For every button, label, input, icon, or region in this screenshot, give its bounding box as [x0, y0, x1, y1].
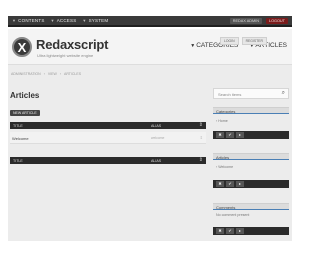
categories-accent-bar [213, 113, 289, 114]
register-button[interactable]: REGISTER [241, 37, 267, 45]
new-article-button[interactable]: NEW ARTICLE [10, 110, 40, 116]
breadcrumb-item[interactable]: VIEW [48, 72, 57, 76]
page-title: Articles [10, 91, 40, 100]
search-icon[interactable]: ⌕ [282, 90, 285, 97]
admin-toolbar: ▼ CONTENTS ▼ ACCESS ▼ SYSTEM REDAX ADMIN… [8, 16, 292, 27]
row-menu-icon[interactable]: ⇕ [200, 135, 203, 140]
admin-nav-label: ACCESS [56, 18, 77, 23]
add-icon[interactable]: ▸ [236, 228, 244, 234]
breadcrumb: ADMINISTRATION › VIEW › ARTICLES [11, 72, 81, 76]
column-title-footer[interactable]: TITLE [13, 159, 23, 163]
table-header-top: TITLE ALIAS ⇕ [10, 122, 206, 129]
admin-nav-access[interactable]: ▼ ACCESS [51, 18, 77, 23]
profile-button[interactable]: REDAX ADMIN [229, 18, 262, 24]
site-tagline: Ultra lightweight website engine [37, 53, 94, 58]
search-placeholder: Search items [218, 92, 242, 97]
article-item-label: Welcome [218, 165, 234, 169]
admin-nav-contents[interactable]: ▼ CONTENTS [12, 18, 45, 23]
articles-toolbar: ✖ ✔ ▸ [213, 180, 289, 188]
delete-icon[interactable]: ✖ [216, 181, 224, 187]
admin-nav: ▼ CONTENTS ▼ ACCESS ▼ SYSTEM [12, 18, 108, 23]
edit-icon[interactable]: ✔ [226, 132, 234, 138]
row-alias: welcome [151, 136, 165, 140]
caret-down-icon: ▼ [82, 18, 87, 23]
account-links: LOGIN REGISTER [220, 37, 267, 45]
category-item-home[interactable]: › Home [216, 119, 228, 123]
logo[interactable]: X [12, 37, 32, 57]
admin-nav-label: SYSTEM [88, 18, 109, 23]
article-item-welcome[interactable]: › Welcome [216, 165, 233, 169]
column-alias-header[interactable]: ALIAS [151, 124, 161, 128]
admin-nav-system[interactable]: ▼ SYSTEM [82, 18, 108, 23]
admin-user-area: REDAX ADMIN LOGOUT [229, 18, 288, 24]
breadcrumb-item[interactable]: ADMINISTRATION [11, 72, 41, 76]
admin-nav-label: CONTENTS [18, 18, 45, 23]
breadcrumb-separator: › [59, 72, 61, 76]
articles-accent-bar [213, 159, 289, 160]
caret-down-icon: ▼ [190, 42, 196, 49]
sort-icon[interactable]: ⇕ [199, 157, 203, 164]
comments-toolbar: ✖ ✔ ▸ [213, 227, 289, 235]
breadcrumb-item: ARTICLES [63, 72, 82, 76]
delete-icon[interactable]: ✖ [216, 132, 224, 138]
add-icon[interactable]: ▸ [236, 132, 244, 138]
caret-down-icon: ▼ [12, 18, 17, 23]
search-input[interactable]: Search items ⌕ [213, 88, 289, 99]
row-title[interactable]: Welcome [12, 136, 29, 141]
login-button[interactable]: LOGIN [220, 37, 239, 45]
comments-accent-bar [213, 209, 289, 210]
column-alias-footer[interactable]: ALIAS [151, 159, 161, 163]
table-row[interactable]: Welcome welcome ⇕ [10, 132, 206, 144]
site-title[interactable]: Redaxscript [36, 37, 108, 52]
categories-toolbar: ✖ ✔ ▸ [213, 131, 289, 139]
breadcrumb-separator: › [43, 72, 45, 76]
edit-icon[interactable]: ✔ [226, 181, 234, 187]
table-header-bottom: TITLE ALIAS ⇕ [10, 157, 206, 164]
caret-down-icon: ▼ [50, 18, 55, 23]
category-item-label: Home [218, 119, 228, 123]
column-title-header[interactable]: TITLE [13, 124, 23, 128]
edit-icon[interactable]: ✔ [226, 228, 234, 234]
sort-icon[interactable]: ⇕ [199, 122, 203, 129]
comments-empty-text: No comment present [216, 213, 250, 217]
logout-button[interactable]: LOGOUT [265, 18, 288, 24]
delete-icon[interactable]: ✖ [216, 228, 224, 234]
logo-x-icon: X [17, 39, 27, 55]
site-header: X Redaxscript Ultra lightweight website … [8, 29, 292, 65]
add-icon[interactable]: ▸ [236, 181, 244, 187]
